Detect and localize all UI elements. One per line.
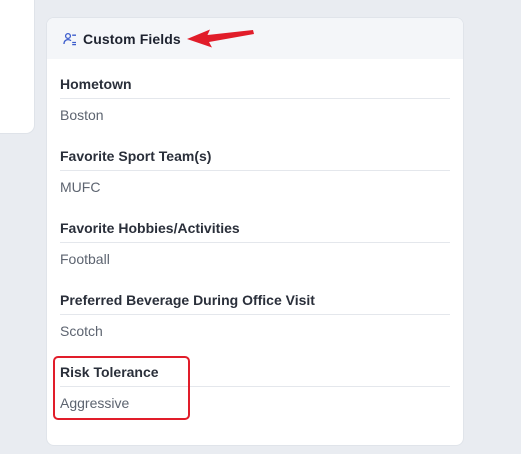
- annotation-arrow: [187, 29, 254, 48]
